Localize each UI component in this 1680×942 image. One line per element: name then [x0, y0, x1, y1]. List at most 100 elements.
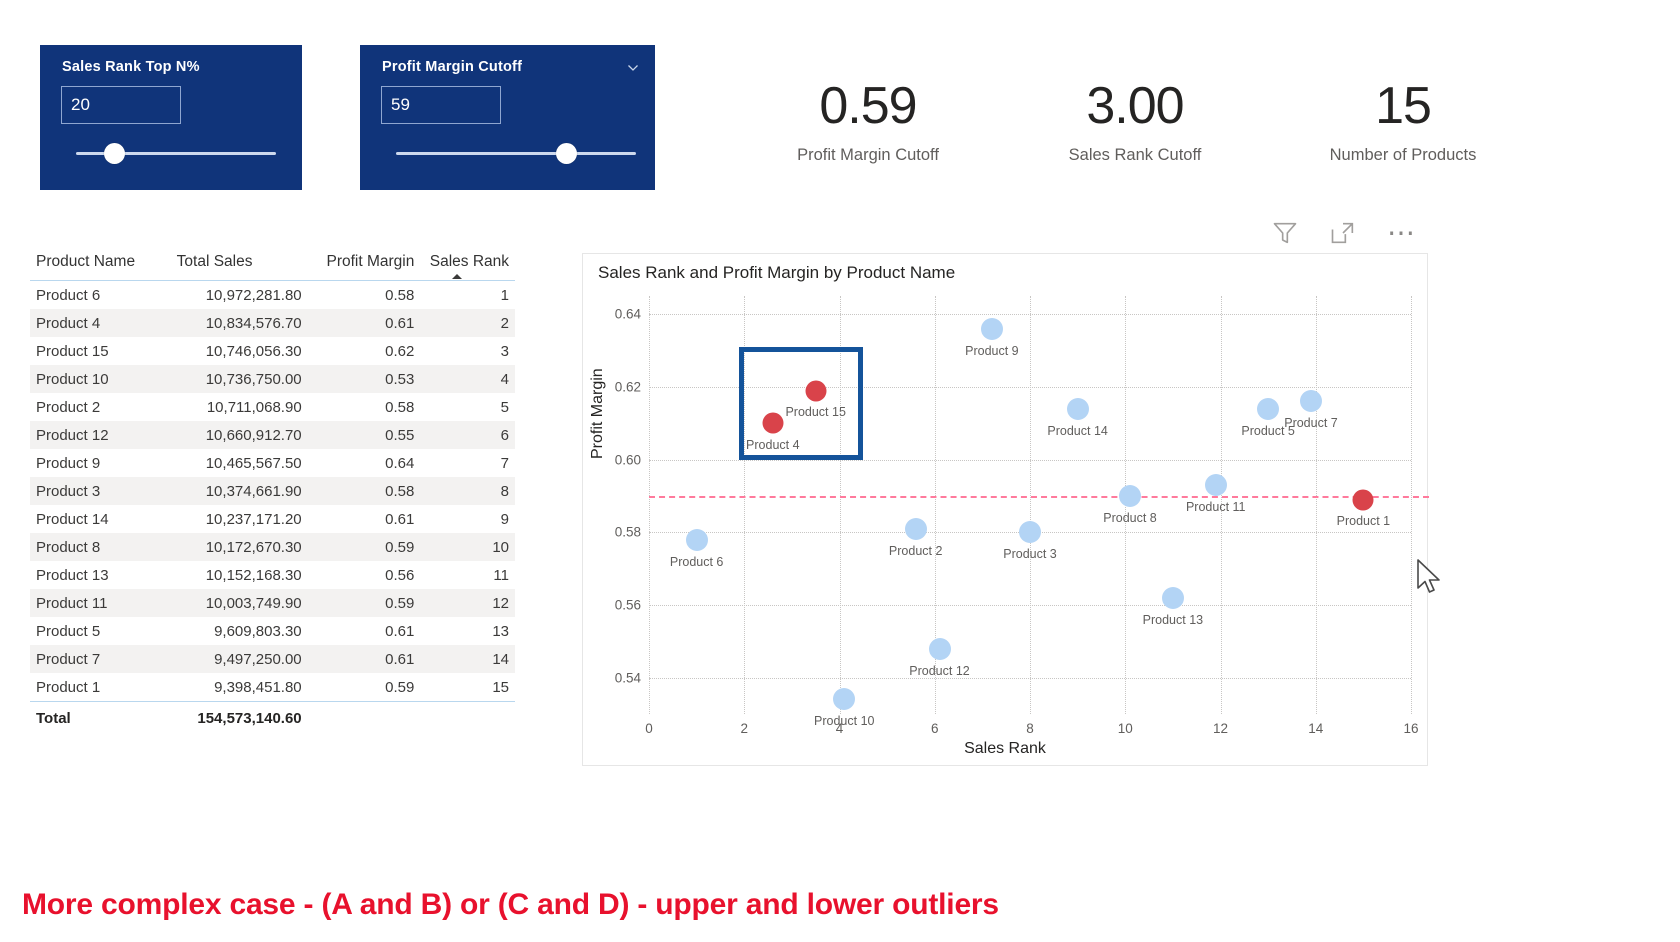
table-row[interactable]: Product 7 9,497,250.00 0.61 14: [30, 645, 515, 673]
cell-sales-rank: 2: [500, 314, 509, 332]
data-point[interactable]: [805, 380, 827, 401]
slicer-sales-rank-top-n[interactable]: Sales Rank Top N%: [40, 45, 302, 190]
data-point[interactable]: [685, 528, 708, 551]
y-axis-tick-label: 0.56: [614, 597, 641, 613]
cell-total-sales: 10,746,056.30: [205, 342, 302, 360]
cell-product-name: Product 5: [36, 622, 101, 640]
table-row[interactable]: Product 2 10,711,068.90 0.58 5: [30, 393, 515, 421]
products-table-visual[interactable]: Product Name Total Sales Profit Margin S…: [30, 248, 515, 733]
column-header-total-sales[interactable]: Total Sales: [171, 248, 308, 281]
cell-sales-rank: 15: [492, 678, 509, 696]
table-row[interactable]: Product 12 10,660,912.70 0.55 6: [30, 421, 515, 449]
cell-total-sales: 9,497,250.00: [214, 650, 302, 668]
kpi-value: 3.00: [1086, 77, 1184, 135]
data-point[interactable]: [980, 317, 1003, 340]
sales-rank-top-n-input[interactable]: [61, 86, 181, 124]
total-sales-value: 154,573,140.60: [197, 710, 302, 727]
cell-profit-margin: 0.58: [385, 286, 415, 304]
table-row[interactable]: Product 11 10,003,749.90 0.59 12: [30, 589, 515, 617]
table-row[interactable]: Product 14 10,237,171.20 0.61 9: [30, 505, 515, 533]
kpi-value: 15: [1375, 77, 1432, 135]
sales-rank-top-n-slider[interactable]: [76, 143, 276, 164]
kpi-card-number-of-products: 15 Number of Products: [1293, 80, 1513, 165]
data-point[interactable]: [1161, 586, 1184, 609]
cell-sales-rank: 9: [500, 510, 509, 528]
visual-toolbar: ⋯: [1271, 219, 1417, 247]
data-point[interactable]: [1257, 397, 1280, 420]
x-axis-tick-label: 14: [1308, 721, 1324, 736]
column-header-product-name[interactable]: Product Name: [30, 248, 171, 281]
table-row[interactable]: Product 10 10,736,750.00 0.53 4: [30, 365, 515, 393]
table-row[interactable]: Product 6 10,972,281.80 0.58 1: [30, 281, 515, 310]
cell-total-sales: 10,374,661.90: [205, 482, 302, 500]
data-point-label: Product 7: [1284, 416, 1338, 431]
chevron-down-icon[interactable]: [627, 61, 639, 73]
more-options-icon[interactable]: ⋯: [1387, 219, 1417, 247]
data-point[interactable]: [1119, 484, 1141, 507]
data-point-label: Product 9: [965, 343, 1019, 358]
table-row[interactable]: Product 4 10,834,576.70 0.61 2: [30, 309, 515, 337]
cell-product-name: Product 6: [36, 286, 101, 304]
data-point[interactable]: [833, 688, 856, 711]
data-point-label: Product 8: [1103, 510, 1157, 525]
cell-profit-margin: 0.55: [385, 426, 415, 444]
data-point[interactable]: [904, 517, 927, 540]
scatter-chart-visual[interactable]: ⋯ Sales Rank and Profit Margin by Produc…: [582, 219, 1440, 766]
data-point[interactable]: [1352, 489, 1374, 511]
table-row[interactable]: Product 3 10,374,661.90 0.58 8: [30, 477, 515, 505]
slicer-profit-margin-cutoff[interactable]: Profit Margin Cutoff: [360, 45, 655, 190]
table-row[interactable]: Product 5 9,609,803.30 0.61 13: [30, 617, 515, 645]
column-header-profit-margin[interactable]: Profit Margin: [308, 248, 421, 281]
slider-track: [396, 152, 636, 155]
filter-icon[interactable]: [1271, 219, 1299, 247]
table-row[interactable]: Product 13 10,152,168.30 0.56 11: [30, 561, 515, 589]
chart-title: Sales Rank and Profit Margin by Product …: [598, 263, 956, 282]
cell-total-sales: 10,736,750.00: [205, 370, 302, 388]
data-point[interactable]: [1066, 397, 1089, 420]
focus-mode-icon[interactable]: [1329, 219, 1357, 247]
x-axis-title: Sales Rank: [964, 740, 1046, 757]
table-row[interactable]: Product 8 10,172,670.30 0.59 10: [30, 533, 515, 561]
table-footer: Total 154,573,140.60: [30, 701, 515, 733]
cell-profit-margin: 0.61: [385, 314, 415, 332]
cutoff-reference-line: [649, 495, 1429, 498]
cell-product-name: Product 11: [36, 594, 108, 612]
data-point[interactable]: [1204, 474, 1227, 496]
table-row[interactable]: Product 15 10,746,056.30 0.62 3: [30, 337, 515, 365]
data-point[interactable]: [928, 637, 951, 660]
cell-sales-rank: 11: [493, 566, 509, 584]
data-point[interactable]: [762, 412, 784, 434]
cell-total-sales: 9,398,451.80: [214, 678, 302, 696]
slider-knob[interactable]: [556, 143, 577, 164]
data-point-label: Product 14: [1047, 423, 1108, 438]
cell-product-name: Product 7: [36, 650, 101, 668]
profit-margin-cutoff-input[interactable]: [381, 86, 501, 124]
cell-sales-rank: 13: [492, 622, 509, 640]
table-header-row: Product Name Total Sales Profit Margin S…: [30, 248, 515, 281]
cell-product-name: Product 15: [36, 342, 109, 360]
gridline-vertical: [1030, 296, 1031, 714]
cell-total-sales: 9,609,803.30: [214, 622, 302, 640]
x-axis-tick-label: 8: [1026, 721, 1034, 736]
cell-profit-margin: 0.61: [385, 650, 415, 668]
column-header-sales-rank[interactable]: Sales Rank: [420, 248, 515, 281]
slider-knob[interactable]: [104, 143, 125, 164]
cell-total-sales: 10,834,576.70: [205, 314, 302, 332]
cell-sales-rank: 7: [500, 454, 509, 472]
table-row[interactable]: Product 9 10,465,567.50 0.64 7: [30, 449, 515, 477]
cell-profit-margin: 0.58: [385, 482, 415, 500]
slide-caption: More complex case - (A and B) or (C and …: [22, 888, 999, 921]
x-axis-tick-label: 0: [645, 721, 653, 736]
cell-product-name: Product 9: [36, 454, 101, 472]
data-point[interactable]: [1299, 390, 1322, 413]
slicer-title: Profit Margin Cutoff: [382, 59, 523, 75]
profit-margin-cutoff-slider[interactable]: [396, 143, 636, 164]
cell-product-name: Product 3: [36, 482, 101, 500]
cell-profit-margin: 0.59: [385, 594, 415, 612]
gridline-vertical: [1411, 296, 1412, 714]
data-point[interactable]: [1019, 521, 1041, 544]
table-row[interactable]: Product 1 9,398,451.80 0.59 15: [30, 673, 515, 702]
table-total-row: Total 154,573,140.60: [30, 701, 515, 733]
cell-product-name: Product 1: [36, 678, 101, 696]
plot-area[interactable]: 0.54 0.56 0.58 0.60 0.62 0.64 0 2 4 6 8 10 12 14 16 Pro…: [615, 296, 1429, 736]
